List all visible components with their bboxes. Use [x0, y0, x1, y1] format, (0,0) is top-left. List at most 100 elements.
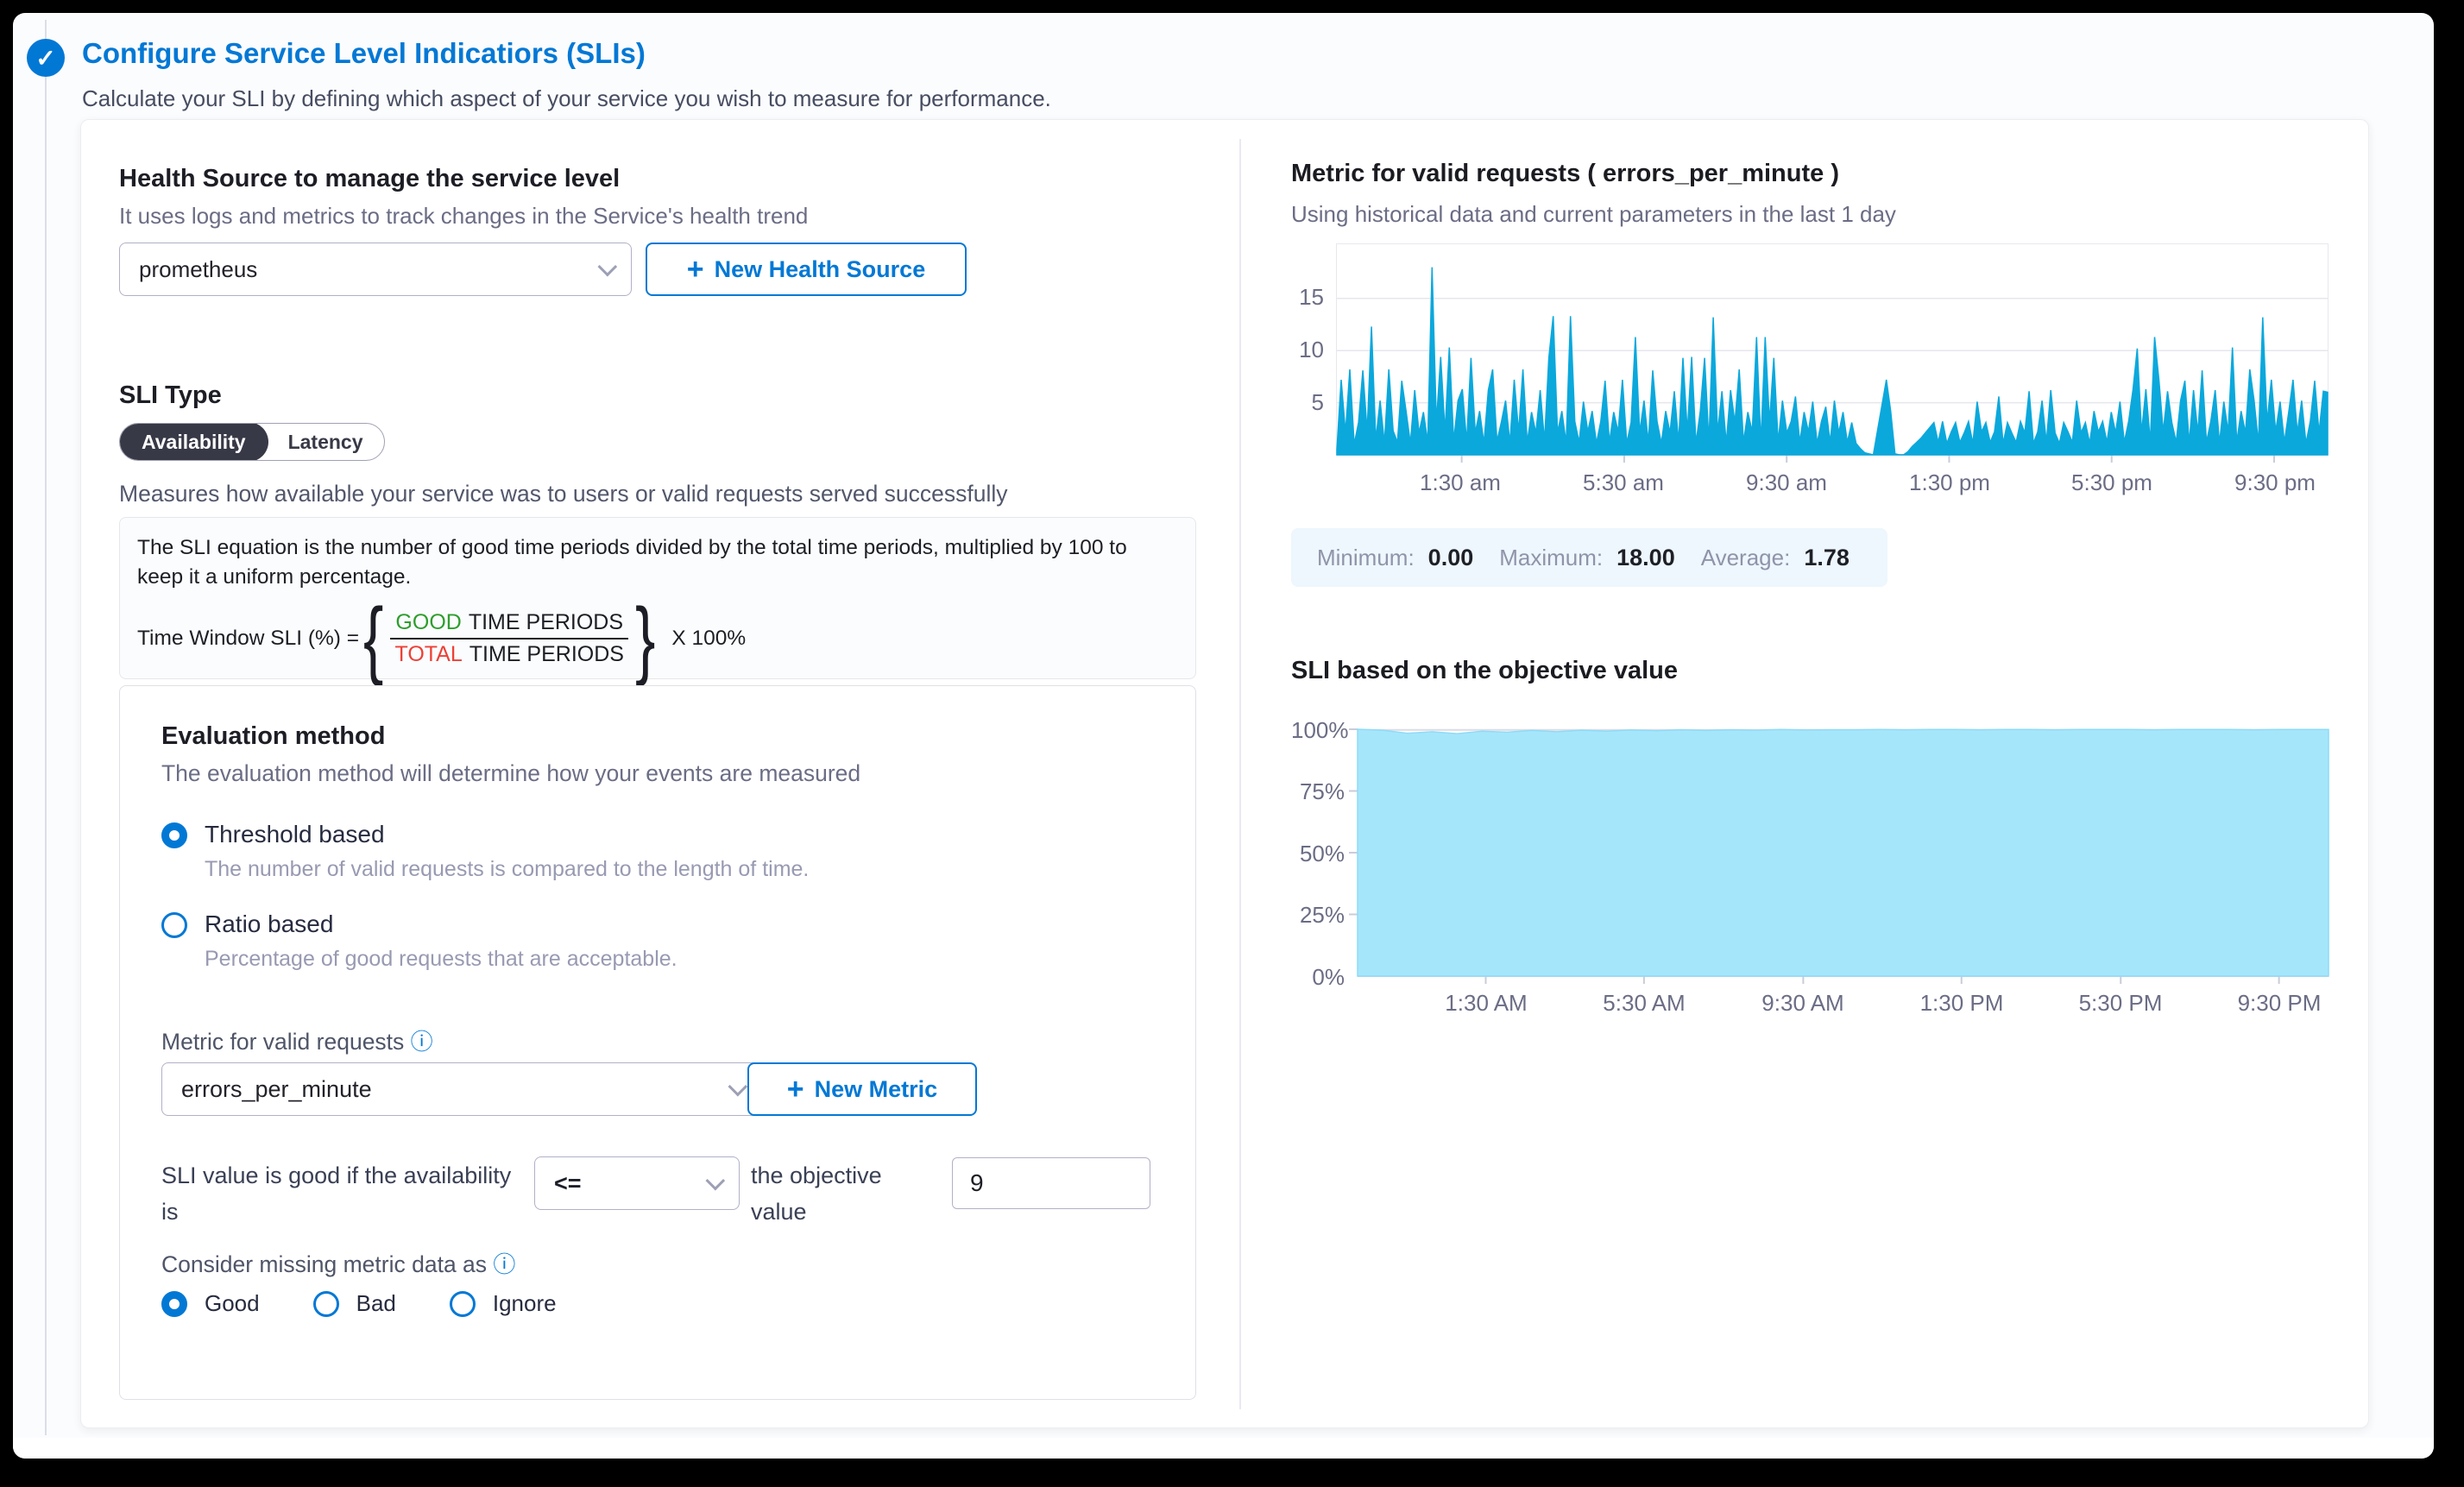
missing-data-label: Consider missing metric data as ⓘ [161, 1247, 515, 1279]
plus-icon: + [687, 255, 704, 284]
metric-stats-strip: Minimum: 0.00 Maximum: 18.00 Average: 1.… [1291, 528, 1887, 587]
x-tick: 9:30 am [1746, 469, 1827, 496]
y-tick: 75% [1291, 778, 1345, 805]
equation-suffix: X 100% [671, 627, 746, 651]
missing-bad-label: Bad [356, 1290, 396, 1317]
y-tick: 100% [1291, 717, 1345, 744]
sli-objective-chart: 100% 75% 50% 25% 0% 1:30 AM 5:30 AM 9:30… [1291, 729, 2329, 1031]
sli-type-toggle: Availability Latency [119, 423, 385, 461]
x-tick: 5:30 PM [2079, 990, 2163, 1017]
equation-fraction: GOOD TIME PERIODS TOTAL TIME PERIODS [390, 608, 629, 670]
good-term-rest: TIME PERIODS [469, 610, 623, 635]
objective-sentence-after: the objective value [751, 1158, 941, 1231]
health-source-dropdown[interactable]: prometheus [119, 243, 632, 296]
stepper-connector-line [45, 20, 47, 1435]
missing-good-radio[interactable] [161, 1291, 187, 1317]
metric-valid-requests-label-text: Metric for valid requests [161, 1029, 404, 1055]
x-tick: 5:30 AM [1603, 990, 1685, 1017]
chevron-down-icon [598, 257, 618, 277]
health-source-label: Health Source to manage the service leve… [119, 165, 620, 193]
missing-good-label: Good [205, 1290, 260, 1317]
sli-chart-plot-area [1358, 729, 2329, 976]
minimum-value: 0.00 [1428, 545, 1474, 571]
ratio-based-label: Ratio based [205, 910, 333, 938]
health-source-description: It uses logs and metrics to track change… [119, 203, 808, 230]
sli-equation-text: The SLI equation is the number of good t… [137, 533, 1177, 592]
page-subtitle: Calculate your SLI by defining which asp… [82, 85, 1051, 112]
y-tick: 10 [1291, 337, 1324, 363]
tab-availability[interactable]: Availability [119, 423, 268, 461]
column-divider [1239, 139, 1241, 1409]
comparator-value: <= [554, 1170, 582, 1197]
missing-ignore-radio[interactable] [450, 1291, 476, 1317]
maximum-label: Maximum: [1499, 545, 1603, 571]
good-term: GOOD [395, 610, 461, 635]
missing-data-label-text: Consider missing metric data as [161, 1251, 487, 1277]
total-term-rest: TIME PERIODS [469, 642, 624, 667]
tab-latency[interactable]: Latency [268, 423, 384, 461]
metric-chart-subtitle: Using historical data and current parame… [1291, 201, 1896, 228]
sli-equation-formula: Time Window SLI (%) = { GOOD TIME PERIOD… [137, 602, 746, 675]
health-source-dropdown-value: prometheus [139, 256, 257, 283]
info-icon[interactable]: ⓘ [493, 1251, 515, 1277]
total-term: TOTAL [395, 642, 463, 667]
maximum-value: 18.00 [1616, 545, 1675, 571]
metric-dropdown-value: errors_per_minute [181, 1076, 372, 1103]
metric-chart-title: Metric for valid requests ( errors_per_m… [1291, 160, 1839, 188]
sli-chart-title: SLI based on the objective value [1291, 657, 1678, 685]
new-metric-button[interactable]: + New Metric [747, 1062, 977, 1116]
comparator-select[interactable]: <= [534, 1156, 740, 1210]
x-tick: 1:30 AM [1445, 990, 1527, 1017]
x-tick: 9:30 AM [1761, 990, 1843, 1017]
metric-valid-requests-label: Metric for valid requests ⓘ [161, 1024, 433, 1056]
evaluation-method-title: Evaluation method [161, 722, 385, 751]
sli-type-label: SLI Type [119, 381, 222, 410]
metric-chart-plot-area [1336, 243, 2329, 456]
minimum-label: Minimum: [1317, 545, 1415, 571]
y-tick: 5 [1291, 389, 1324, 416]
plus-icon: + [787, 1074, 804, 1104]
x-tick: 1:30 PM [1920, 990, 2004, 1017]
ratio-based-radio[interactable] [161, 912, 187, 938]
y-tick: 50% [1291, 841, 1345, 867]
sli-type-description: Measures how available your service was … [119, 481, 1008, 507]
average-value: 1.78 [1804, 545, 1850, 571]
metric-dropdown[interactable]: errors_per_minute [161, 1062, 762, 1116]
new-health-source-button-label: New Health Source [715, 256, 926, 283]
missing-data-options: Good Bad Ignore [161, 1290, 557, 1317]
missing-bad-radio[interactable] [313, 1291, 339, 1317]
evaluation-method-description: The evaluation method will determine how… [161, 760, 860, 787]
page-title: Configure Service Level Indicatiors (SLI… [82, 37, 646, 70]
new-metric-button-label: New Metric [815, 1076, 938, 1103]
new-health-source-button[interactable]: + New Health Source [646, 243, 967, 296]
y-tick: 15 [1291, 284, 1324, 311]
threshold-based-label: Threshold based [205, 821, 385, 848]
x-tick: 5:30 pm [2071, 469, 2152, 496]
metric-preview-chart: 15 10 5 1:30 am 5:30 am 9:30 am 1:30 pm … [1291, 243, 2329, 502]
threshold-based-radio[interactable] [161, 822, 187, 848]
equation-prefix: Time Window SLI (%) = [137, 627, 359, 651]
x-tick: 9:30 pm [2234, 469, 2316, 496]
x-tick: 1:30 pm [1909, 469, 1990, 496]
sli-equation-box: The SLI equation is the number of good t… [119, 517, 1196, 679]
x-tick: 9:30 PM [2238, 990, 2322, 1017]
threshold-based-description: The number of valid requests is compared… [205, 857, 809, 882]
objective-sentence-before: SLI value is good if the availability is [161, 1158, 515, 1231]
chevron-down-icon [728, 1077, 748, 1097]
sli-config-card: Health Source to manage the service leve… [80, 119, 2369, 1428]
step-complete-check-icon: ✓ [27, 39, 65, 77]
evaluation-method-card: Evaluation method The evaluation method … [119, 685, 1196, 1400]
missing-ignore-label: Ignore [493, 1290, 557, 1317]
info-icon[interactable]: ⓘ [411, 1029, 433, 1055]
y-tick: 25% [1291, 902, 1345, 929]
bottom-strip [13, 1438, 2434, 1459]
objective-value-input[interactable] [952, 1157, 1150, 1209]
average-label: Average: [1701, 545, 1791, 571]
x-tick: 1:30 am [1420, 469, 1501, 496]
chevron-down-icon [706, 1171, 726, 1191]
ratio-based-description: Percentage of good requests that are acc… [205, 947, 677, 972]
check-icon: ✓ [35, 44, 55, 72]
x-tick: 5:30 am [1583, 469, 1664, 496]
y-tick: 0% [1291, 964, 1345, 991]
app-screen: ✓ Configure Service Level Indicatiors (S… [13, 13, 2434, 1459]
